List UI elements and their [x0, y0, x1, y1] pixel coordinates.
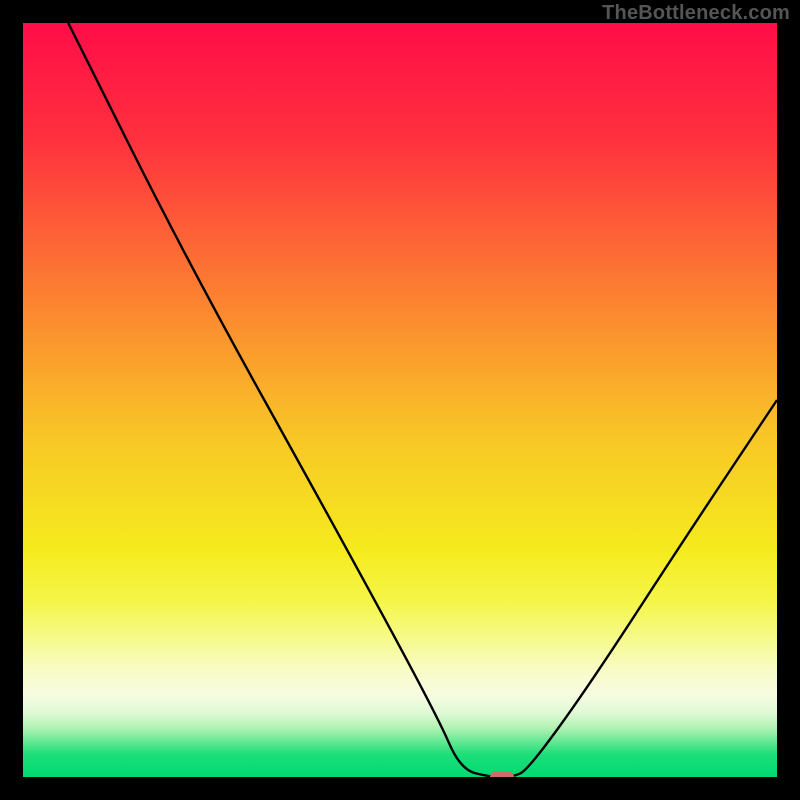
plot-area	[23, 23, 777, 777]
gradient-background	[23, 23, 777, 777]
plot-svg	[23, 23, 777, 777]
watermark-label: TheBottleneck.com	[602, 2, 790, 25]
chart-frame: TheBottleneck.com	[0, 0, 800, 800]
optimal-point-marker	[490, 772, 514, 778]
